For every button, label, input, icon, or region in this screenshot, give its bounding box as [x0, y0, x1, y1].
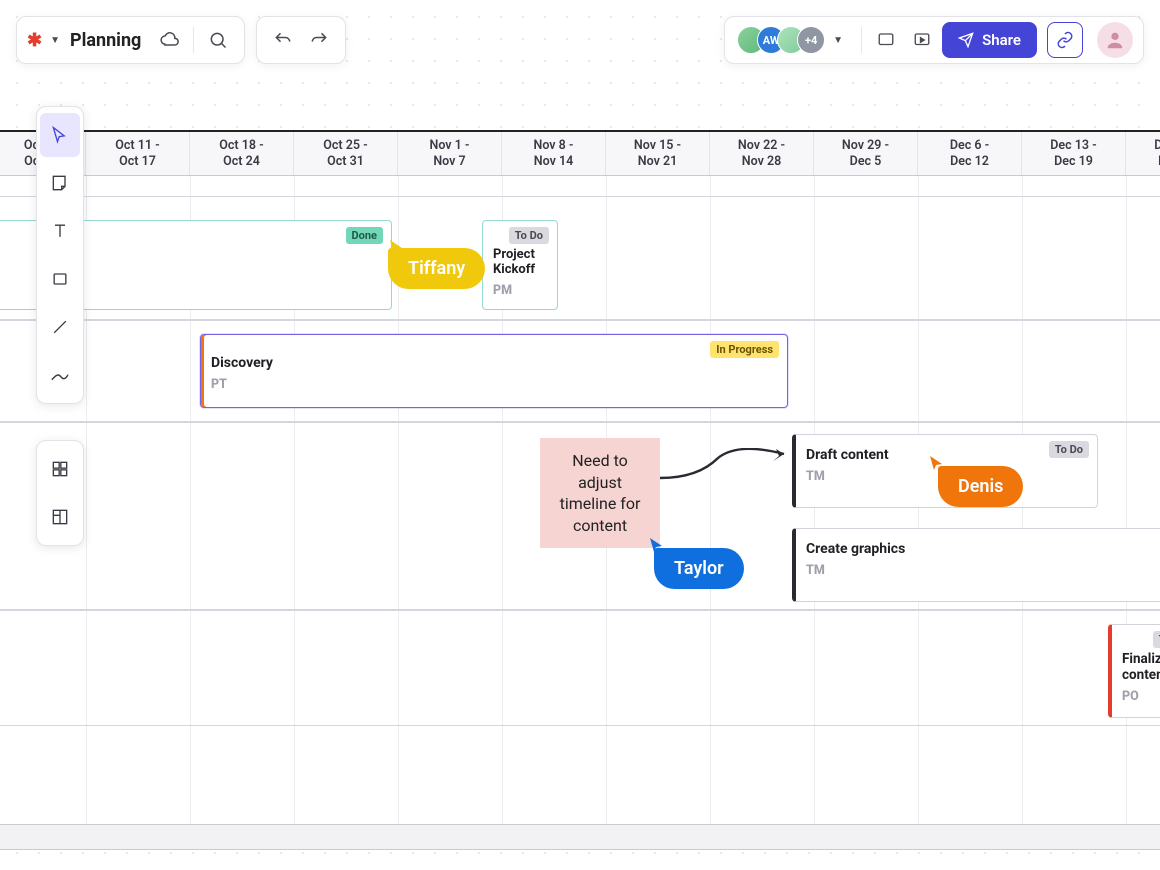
card-discovery[interactable]: In Progress Discovery PT [200, 334, 788, 408]
card-finalize-content[interactable]: To Do Finalize content PO [1108, 624, 1160, 718]
tool-frame[interactable] [40, 495, 80, 539]
timeline-column-header: Nov 8 -Nov 14 [502, 132, 606, 175]
sticky-note[interactable]: Need to adjust timeline for content [540, 438, 660, 548]
collaborator-avatars[interactable]: AW +4 ▼ [737, 26, 849, 54]
timeline-body[interactable]: ect Pl Done To Do Project Kickoff PM In … [0, 176, 1160, 850]
avatars-dropdown[interactable]: ▼ [833, 35, 849, 46]
timeline-column-header: Oct 18 -Oct 24 [190, 132, 294, 175]
timeline-column-header: Nov 15 -Nov 21 [606, 132, 710, 175]
status-chip-todo: To Do [1049, 441, 1089, 458]
comment-icon[interactable] [870, 24, 902, 56]
cursor-label-denis: Denis [938, 466, 1023, 507]
tool-text[interactable] [40, 209, 80, 253]
card-create-graphics[interactable]: Create graphics TM [792, 528, 1160, 602]
card-title: Create graphics [806, 541, 1160, 557]
card-meta: TM [806, 563, 1160, 578]
card-title: Finalize content [1122, 651, 1160, 683]
connector-arrow [658, 448, 798, 508]
undo-button[interactable] [267, 24, 299, 56]
status-chip-done: Done [346, 227, 383, 244]
toolbar-document: ✱ ▼ Planning [16, 16, 245, 64]
cursor-pointer-icon [928, 454, 946, 472]
status-chip-todo: To Do [509, 227, 549, 244]
profile-avatar[interactable] [1097, 22, 1133, 58]
toolbar-history [256, 16, 346, 64]
timeline-column-header: Dec 13 -Dec 19 [1022, 132, 1126, 175]
tool-sidebar-secondary [36, 440, 84, 546]
tool-templates[interactable] [40, 447, 80, 491]
card-meta: PO [1122, 689, 1160, 704]
card-title: Draft content [806, 447, 1087, 463]
cursor-label-taylor: Taylor [654, 548, 744, 589]
card-meta: PM [493, 283, 547, 298]
redo-button[interactable] [303, 24, 335, 56]
timeline-header: Oct 4 -Oct 10 Oct 11 -Oct 17 Oct 18 -Oct… [0, 132, 1160, 176]
search-icon[interactable] [202, 24, 234, 56]
timeline-column-header: Dec 6 -Dec 12 [918, 132, 1022, 175]
cursor-pointer-icon [388, 238, 406, 256]
present-icon[interactable] [906, 24, 938, 56]
timeline-column-header: Oct 25 -Oct 31 [294, 132, 398, 175]
tool-sidebar [36, 106, 84, 404]
tool-pointer[interactable] [40, 113, 80, 157]
tool-pen[interactable] [40, 353, 80, 397]
document-title[interactable]: Planning [70, 30, 149, 51]
cursor-pointer-icon [648, 536, 666, 554]
swimlane [0, 824, 1160, 850]
divider [861, 27, 862, 53]
copy-link-button[interactable] [1047, 22, 1083, 58]
tool-sticky-note[interactable] [40, 161, 80, 205]
tool-rectangle[interactable] [40, 257, 80, 301]
timeline-column-header: Oct 11 -Oct 17 [86, 132, 190, 175]
share-button[interactable]: Share [942, 22, 1037, 58]
card-project-kickoff[interactable]: To Do Project Kickoff PM [482, 220, 558, 310]
timeline-column-header: Dec 20 -Dec 26 [1126, 132, 1160, 175]
status-chip-todo: To Do [1153, 631, 1160, 648]
timeline-column-header: Nov 1 -Nov 7 [398, 132, 502, 175]
status-chip-in-progress: In Progress [710, 341, 779, 358]
divider [193, 27, 194, 53]
timeline-column-header: Nov 29 -Dec 5 [814, 132, 918, 175]
share-button-label: Share [982, 31, 1021, 49]
timeline-column-header: Nov 22 -Nov 28 [710, 132, 814, 175]
toolbar-collaboration: AW +4 ▼ Share [724, 16, 1144, 64]
swimlane [0, 610, 1160, 726]
doc-menu-dropdown[interactable]: ▼ [50, 35, 66, 46]
card-title: Project Kickoff [493, 247, 547, 277]
cloud-sync-icon[interactable] [153, 24, 185, 56]
avatar-more-count[interactable]: +4 [797, 26, 825, 54]
app-logo: ✱ [27, 30, 46, 51]
card-meta: PT [211, 377, 777, 392]
timeline-frame[interactable]: Oct 4 -Oct 10 Oct 11 -Oct 17 Oct 18 -Oct… [0, 130, 1160, 850]
card-title: Discovery [211, 355, 777, 371]
tool-line[interactable] [40, 305, 80, 349]
